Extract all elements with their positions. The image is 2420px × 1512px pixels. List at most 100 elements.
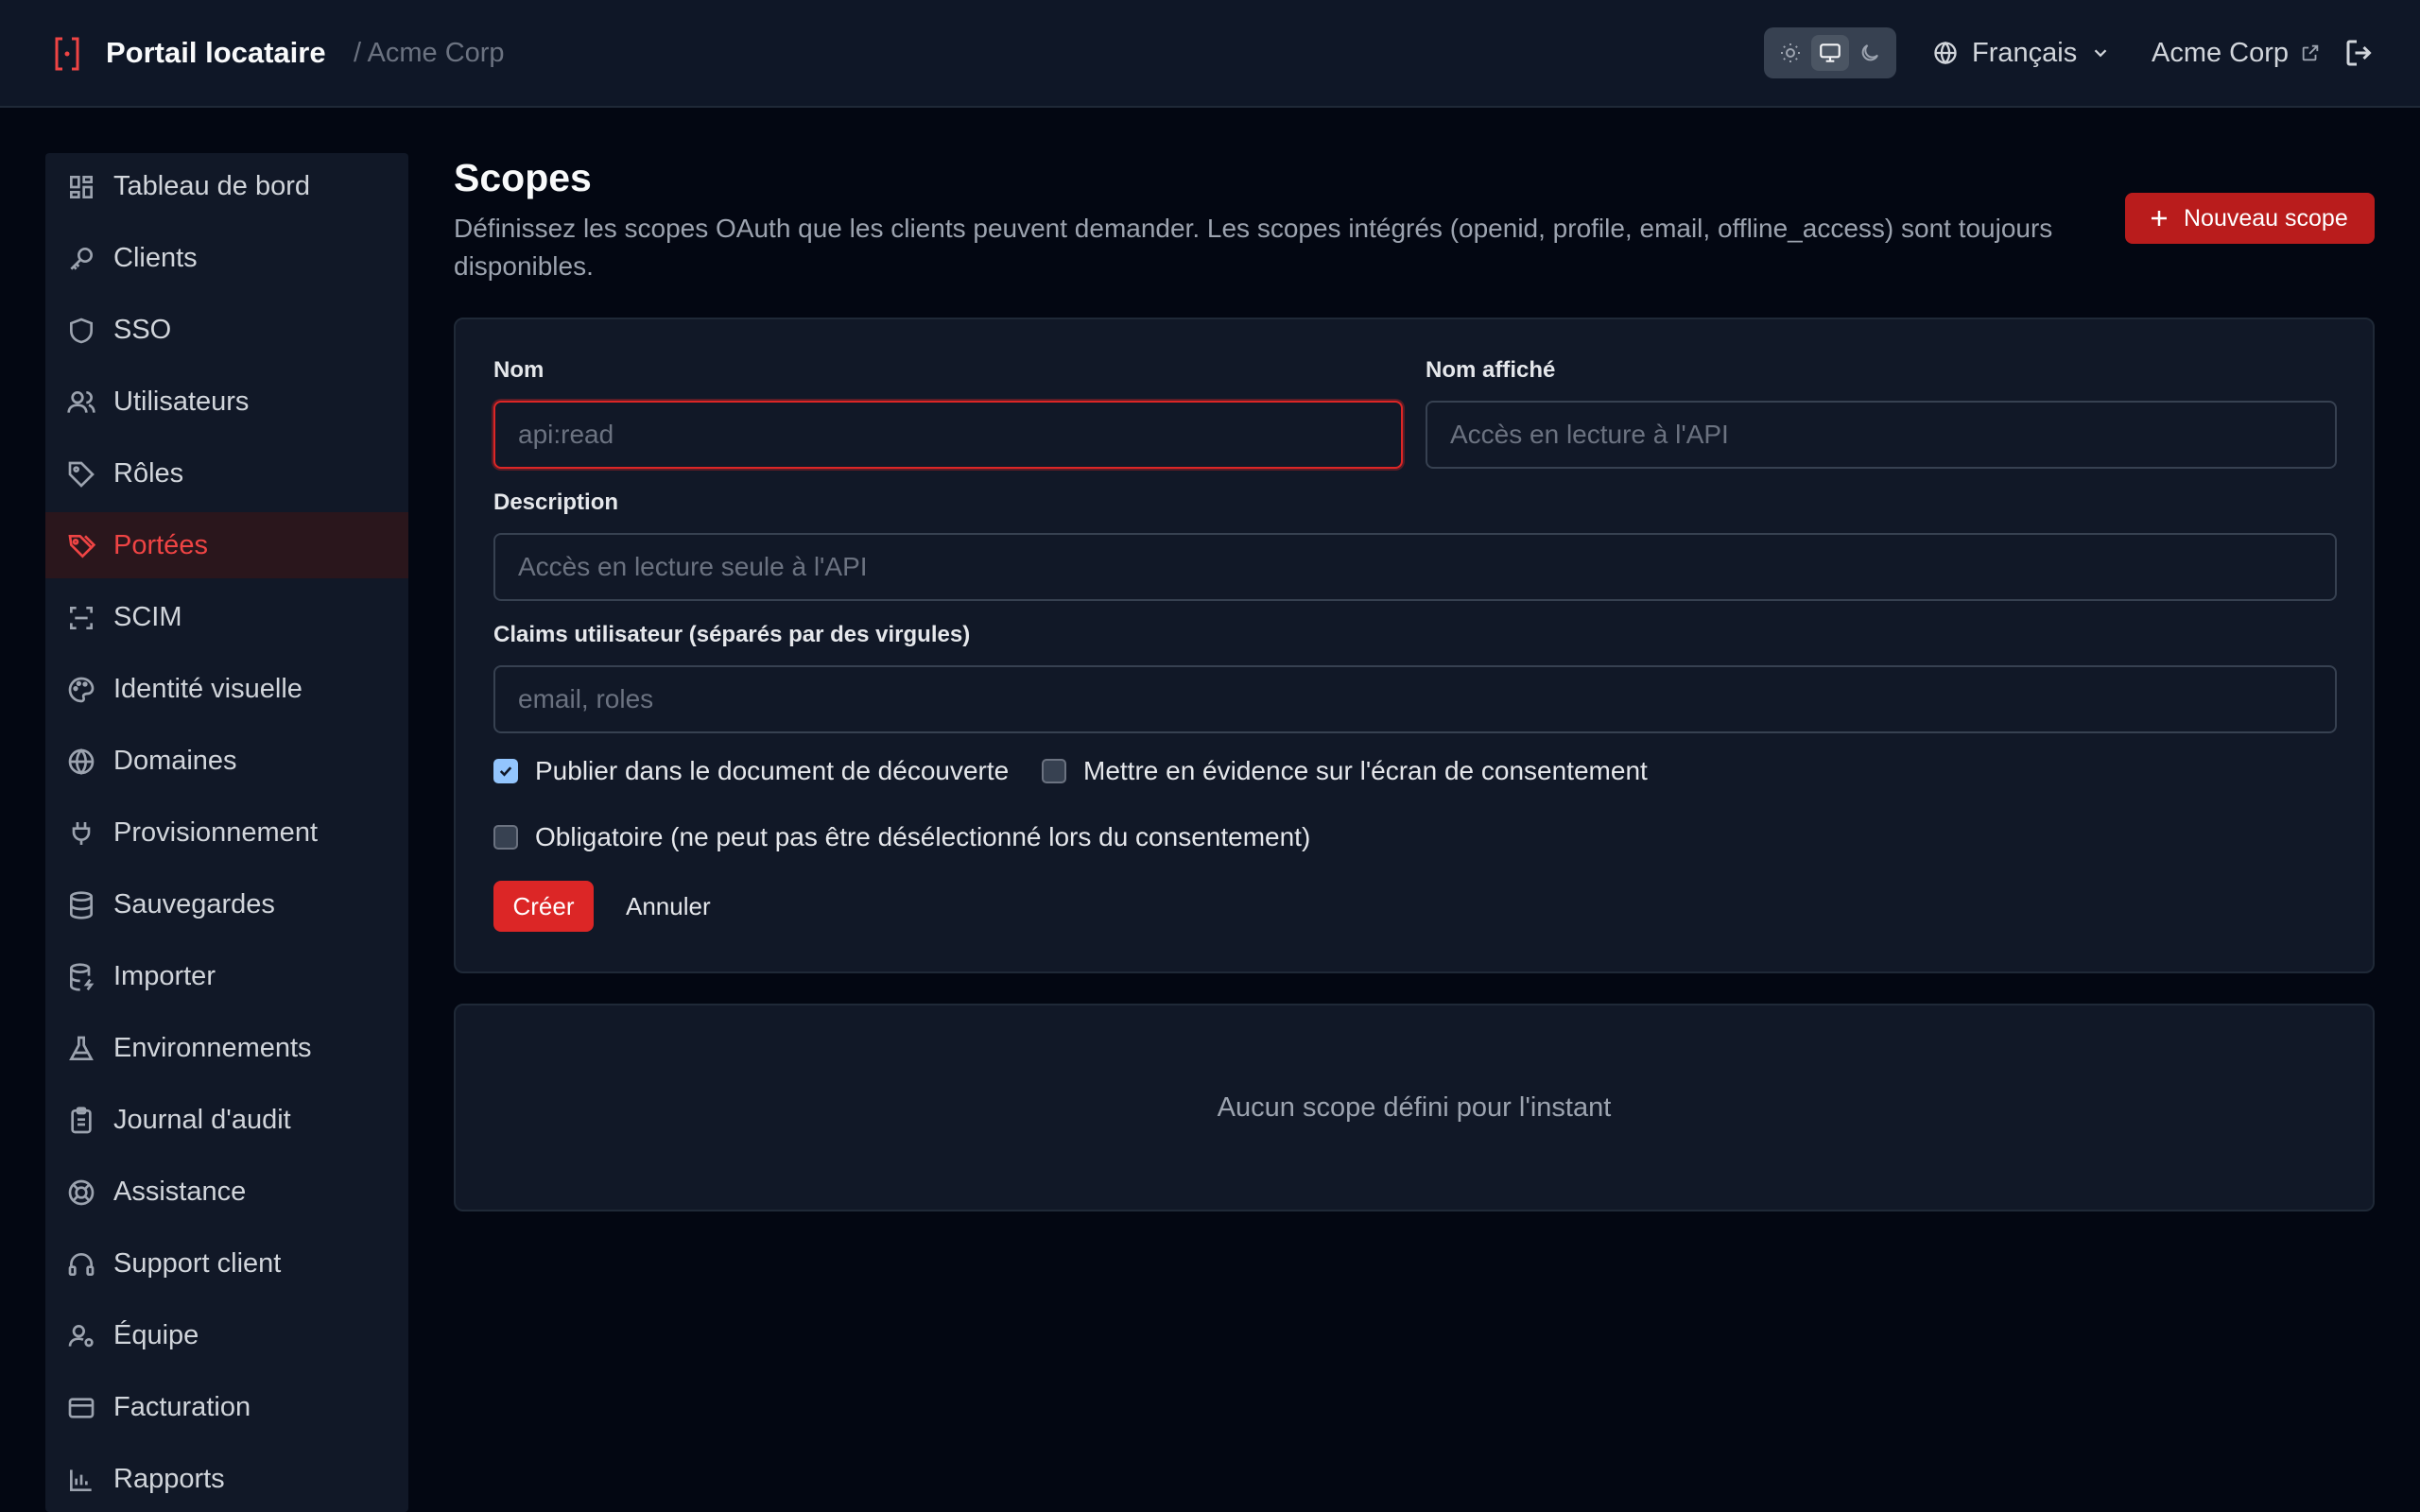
- key-icon: [70, 248, 93, 270]
- publish-checkbox[interactable]: [493, 759, 518, 783]
- sidebar-item-label: Environnements: [113, 1033, 312, 1063]
- sidebar-item-reports[interactable]: Rapports: [45, 1446, 408, 1512]
- sidebar-item-clients[interactable]: Clients: [45, 225, 408, 291]
- publish-label: Publier dans le document de découverte: [535, 756, 1010, 785]
- highlight-label: Mettre en évidence sur l'écran de consen…: [1083, 756, 1648, 785]
- name-input[interactable]: [493, 401, 1403, 469]
- sidebar-item-label: Support client: [113, 1248, 282, 1279]
- sidebar-item-label: Journal d'audit: [113, 1105, 291, 1135]
- sidebar-item-label: SSO: [113, 315, 172, 345]
- sidebar-item-label: Rôles: [113, 458, 184, 489]
- required-checkbox-row[interactable]: Obligatoire (ne peut pas être désélectio…: [493, 820, 1310, 854]
- sidebar-item-scopes[interactable]: Portées: [45, 512, 408, 578]
- description-input[interactable]: [493, 533, 2337, 601]
- tenant-name: Acme Corp: [2152, 37, 2290, 68]
- claims-input[interactable]: [493, 665, 2337, 733]
- tenant-link[interactable]: Acme Corp: [2152, 32, 2321, 74]
- database-import-icon: [70, 963, 95, 991]
- light-theme-button[interactable]: [1772, 35, 1809, 71]
- sidebar-item-label: Importer: [113, 961, 216, 991]
- flask-icon: [69, 1036, 94, 1060]
- sidebar-item-backups[interactable]: Sauvegardes: [45, 871, 408, 937]
- dashboard-icon: [70, 176, 93, 198]
- cancel-button[interactable]: Annuler: [626, 881, 711, 932]
- logo-icon: [55, 37, 79, 71]
- create-button[interactable]: Créer: [493, 881, 594, 932]
- page-title: Scopes: [454, 156, 592, 199]
- description-label: Description: [493, 490, 619, 515]
- highlight-checkbox[interactable]: [1042, 759, 1066, 783]
- breadcrumb: / Acme Corp: [354, 38, 505, 68]
- sidebar-item-label: Rapports: [113, 1464, 225, 1494]
- scopes-empty-state: Aucun scope défini pour l'instant: [454, 1004, 2375, 1211]
- sidebar-item-branding[interactable]: Identité visuelle: [45, 656, 408, 722]
- sidebar-item-label: SCIM: [113, 602, 182, 632]
- top-bar: Portail locataire / Acme Corp Français A…: [0, 0, 2420, 108]
- lifebuoy-icon: [68, 1179, 95, 1206]
- external-link-icon: [2302, 44, 2319, 61]
- scan-icon: [70, 607, 93, 629]
- logout-icon[interactable]: [2342, 36, 2377, 70]
- chevron-down-icon: [2094, 49, 2107, 58]
- sidebar-item-audit-log[interactable]: Journal d'audit: [45, 1087, 408, 1153]
- sidebar-item-label: Identité visuelle: [113, 674, 302, 704]
- sidebar-item-label: Sauvegardes: [113, 889, 275, 919]
- globe-icon: [1934, 41, 1957, 65]
- sidebar-item-label: Assistance: [113, 1177, 247, 1207]
- display-name-input[interactable]: [1426, 401, 2337, 469]
- scope-form: Nom Nom affiché Description Claims utili…: [454, 318, 2375, 973]
- sidebar-item-assistance[interactable]: Assistance: [45, 1159, 408, 1225]
- app-title: Portail locataire: [106, 36, 326, 69]
- required-label: Obligatoire (ne peut pas être désélectio…: [535, 822, 1311, 851]
- sidebar-item-label: Utilisateurs: [113, 387, 250, 417]
- sidebar: Tableau de bord Clients SSO Utilisateurs…: [45, 153, 408, 1512]
- sidebar-item-customer-support[interactable]: Support client: [45, 1230, 408, 1297]
- new-scope-label: Nouveau scope: [2184, 204, 2348, 232]
- sidebar-item-billing[interactable]: Facturation: [45, 1374, 408, 1440]
- sidebar-item-sso[interactable]: SSO: [45, 297, 408, 363]
- claims-label: Claims utilisateur (séparés par des virg…: [493, 622, 971, 647]
- bar-chart-icon: [70, 1469, 92, 1491]
- sidebar-item-dashboard[interactable]: Tableau de bord: [45, 153, 408, 219]
- plug-icon: [72, 822, 91, 845]
- page-description: Définissez les scopes OAuth que les clie…: [454, 214, 2053, 281]
- language-selector[interactable]: Français: [1932, 32, 2111, 74]
- user-gear-icon: [68, 1325, 94, 1348]
- sidebar-item-import[interactable]: Importer: [45, 943, 408, 1009]
- sidebar-item-scim[interactable]: SCIM: [45, 584, 408, 650]
- sidebar-item-roles[interactable]: Rôles: [45, 440, 408, 507]
- sidebar-item-domains[interactable]: Domaines: [45, 728, 408, 794]
- required-checkbox[interactable]: [493, 825, 518, 850]
- sidebar-item-label: Provisionnement: [113, 817, 318, 848]
- credit-card-icon: [68, 1398, 95, 1418]
- tags-icon: [68, 535, 96, 558]
- database-icon: [70, 891, 93, 919]
- sun-icon: [1781, 43, 1800, 62]
- sidebar-item-label: Facturation: [113, 1392, 251, 1422]
- palette-icon: [68, 677, 95, 703]
- new-scope-button[interactable]: Nouveau scope: [2125, 193, 2375, 244]
- language-label: Français: [1972, 37, 2078, 68]
- publish-checkbox-row[interactable]: Publier dans le document de découverte: [493, 754, 1009, 788]
- dark-theme-button[interactable]: [1851, 35, 1889, 71]
- sidebar-item-label: Clients: [113, 243, 198, 273]
- sidebar-item-label: Équipe: [113, 1320, 199, 1350]
- clipboard-icon: [71, 1107, 92, 1134]
- globe-icon: [68, 748, 95, 775]
- moon-icon: [1861, 44, 1878, 61]
- tag-icon: [68, 461, 95, 488]
- sidebar-item-users[interactable]: Utilisateurs: [45, 369, 408, 435]
- theme-switcher: [1764, 27, 1896, 78]
- monitor-icon: [1820, 43, 1841, 62]
- check-icon: [499, 766, 512, 777]
- sidebar-item-provisioning[interactable]: Provisionnement: [45, 799, 408, 866]
- highlight-checkbox-row[interactable]: Mettre en évidence sur l'écran de consen…: [1042, 754, 1648, 788]
- system-theme-button[interactable]: [1811, 35, 1849, 71]
- sidebar-item-environments[interactable]: Environnements: [45, 1015, 408, 1081]
- name-label: Nom: [493, 357, 544, 383]
- headset-icon: [68, 1253, 95, 1276]
- shield-icon: [70, 318, 93, 344]
- sidebar-item-label: Portées: [113, 530, 208, 560]
- sidebar-item-team[interactable]: Équipe: [45, 1302, 408, 1368]
- users-icon: [67, 391, 95, 413]
